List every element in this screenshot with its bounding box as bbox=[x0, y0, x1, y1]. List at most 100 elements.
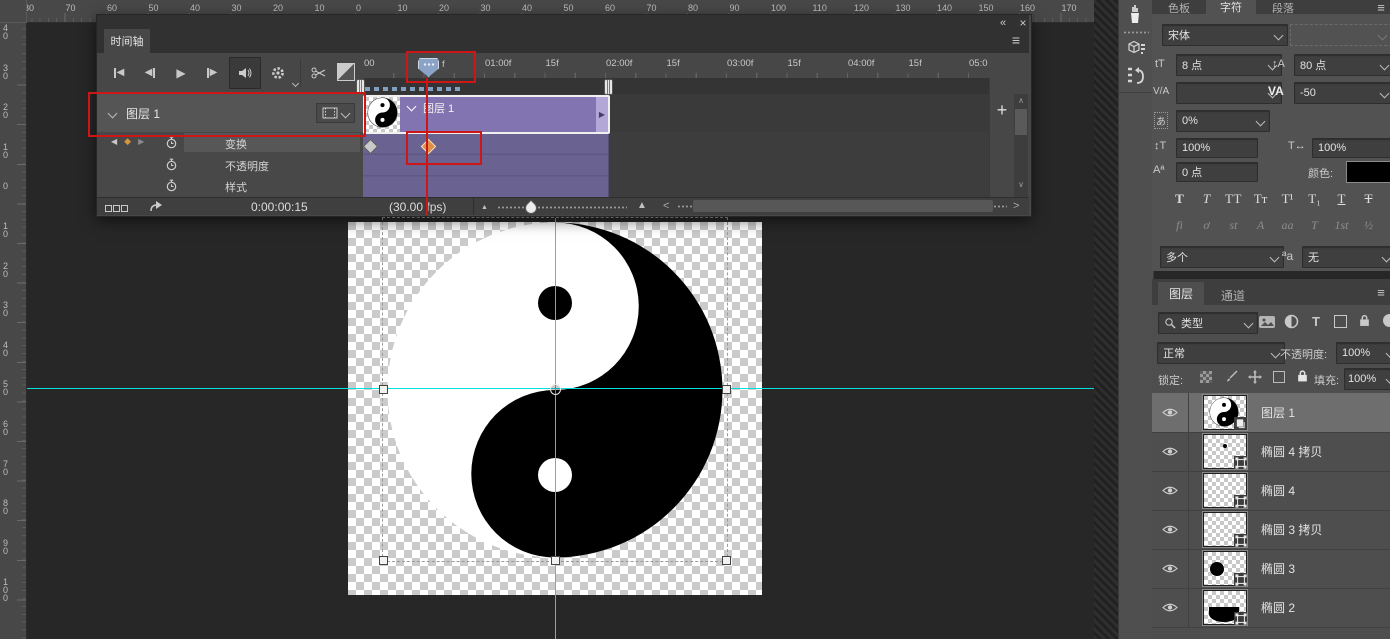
tab-channels[interactable]: 通道 bbox=[1210, 287, 1256, 305]
faux-italic-button[interactable]: T bbox=[1193, 191, 1220, 207]
lock-transparency-icon[interactable] bbox=[1200, 371, 1212, 383]
timeline-tab[interactable]: 时间轴 bbox=[104, 29, 150, 53]
lock-pixels-icon[interactable] bbox=[1224, 370, 1238, 384]
contextual-alternates-button[interactable]: ơ bbox=[1193, 218, 1220, 233]
strikethrough-button[interactable]: Ŧ bbox=[1355, 191, 1382, 207]
clip-collapse-chevron[interactable] bbox=[407, 102, 417, 112]
layer-row[interactable]: 图层 1 bbox=[1152, 393, 1390, 433]
underline-button[interactable]: T bbox=[1328, 191, 1355, 207]
layer-row[interactable]: 椭圆 3 bbox=[1152, 549, 1390, 589]
titling-alternates-button[interactable]: T bbox=[1301, 218, 1328, 233]
timeline-vscroll-thumb[interactable] bbox=[1015, 109, 1027, 135]
filter-smart-object-icon[interactable] bbox=[1358, 314, 1371, 327]
swash-button[interactable]: A bbox=[1247, 218, 1274, 233]
layer-thumbnail[interactable] bbox=[1203, 590, 1247, 625]
small-caps-button[interactable]: Tᴛ bbox=[1247, 191, 1274, 207]
mute-audio-button[interactable] bbox=[229, 57, 261, 89]
opacity-input[interactable]: 100% bbox=[1336, 342, 1390, 364]
language-select[interactable]: 多个 bbox=[1160, 246, 1284, 268]
visibility-eye-icon[interactable] bbox=[1162, 563, 1178, 574]
stopwatch-icon[interactable] bbox=[165, 136, 178, 149]
fill-input[interactable]: 100% bbox=[1344, 368, 1390, 390]
tab-swatches[interactable]: 色板 bbox=[1156, 0, 1202, 14]
scroll-left-arrow[interactable]: < bbox=[663, 200, 669, 212]
subscript-button[interactable]: T₁ bbox=[1301, 191, 1328, 207]
zoom-slider-thumb[interactable] bbox=[523, 200, 540, 217]
history-panel-icon[interactable] bbox=[1125, 66, 1147, 86]
stopwatch-icon[interactable] bbox=[165, 179, 178, 192]
add-media-button[interactable]: + bbox=[991, 99, 1013, 121]
fractions-button[interactable]: ½ bbox=[1355, 218, 1382, 233]
transform-handle-mid-left[interactable] bbox=[379, 385, 388, 394]
visibility-eye-icon[interactable] bbox=[1162, 485, 1178, 496]
filter-type-icon[interactable]: T bbox=[1312, 314, 1320, 329]
next-keyframe-icon[interactable]: ▶ bbox=[138, 138, 144, 146]
text-color-swatch[interactable] bbox=[1346, 161, 1390, 183]
timeline-hscroll-thumb[interactable] bbox=[693, 200, 993, 212]
ordinals-button[interactable]: 1st bbox=[1328, 218, 1355, 233]
zoom-out-icon[interactable]: ▲ bbox=[481, 204, 488, 211]
layer-thumbnail[interactable] bbox=[1203, 473, 1247, 508]
transform-handle-bottom-right[interactable] bbox=[722, 556, 731, 565]
video-clip[interactable]: 图层 1 ▶ bbox=[363, 95, 610, 134]
kerning-select[interactable] bbox=[1176, 82, 1282, 104]
layer-row[interactable]: 椭圆 4 拷贝 bbox=[1152, 432, 1390, 472]
transform-handle-mid-right[interactable] bbox=[722, 385, 731, 394]
first-frame-button[interactable]: ◀ bbox=[105, 59, 133, 87]
superscript-button[interactable]: T¹ bbox=[1274, 191, 1301, 207]
lock-all-icon[interactable] bbox=[1296, 369, 1309, 383]
baseline-shift-input[interactable]: 0 点 bbox=[1176, 162, 1258, 182]
ligatures-button[interactable]: fi bbox=[1166, 218, 1193, 233]
add-keyframe-icon[interactable]: ◆ bbox=[124, 136, 131, 147]
render-export-icon[interactable] bbox=[149, 201, 163, 213]
zoom-in-icon[interactable]: ▲ bbox=[637, 201, 647, 211]
antialias-select[interactable]: 无 bbox=[1302, 246, 1390, 268]
vertical-guide[interactable] bbox=[555, 218, 556, 639]
3d-panel-icon[interactable] bbox=[1125, 40, 1147, 60]
discretionary-ligatures-button[interactable]: st bbox=[1220, 218, 1247, 233]
layer-thumbnail[interactable] bbox=[1203, 395, 1247, 430]
transform-reference-point[interactable] bbox=[550, 384, 561, 395]
scroll-right-arrow[interactable]: > bbox=[1013, 200, 1019, 212]
layer-thumbnail[interactable] bbox=[1203, 551, 1247, 586]
previous-frame-button[interactable]: ◀ bbox=[136, 59, 164, 87]
vscroll-up-arrow[interactable]: ∧ bbox=[1014, 95, 1028, 105]
layer-row[interactable]: 椭圆 4 bbox=[1152, 471, 1390, 511]
font-family-select[interactable]: 宋体 bbox=[1162, 24, 1288, 46]
close-panel-icon[interactable]: × bbox=[1016, 17, 1030, 29]
layer-row[interactable]: 椭圆 3 拷贝 bbox=[1152, 510, 1390, 550]
ruler-origin-box[interactable] bbox=[0, 0, 27, 23]
next-frame-button[interactable]: ▶ bbox=[198, 59, 226, 87]
horizontal-scale-input[interactable]: 100% bbox=[1312, 138, 1390, 158]
lock-artboard-icon[interactable] bbox=[1273, 371, 1285, 383]
brush-presets-panel-icon[interactable] bbox=[1125, 3, 1145, 25]
settings-dropdown-chevron[interactable] bbox=[292, 80, 299, 87]
layers-panel-menu-icon[interactable]: ≡ bbox=[1374, 286, 1388, 298]
panel-menu-icon[interactable]: ≡ bbox=[1007, 33, 1025, 47]
transition-button[interactable] bbox=[337, 63, 355, 81]
layer-filter-select[interactable]: 类型 bbox=[1158, 312, 1258, 334]
clip-end-cap[interactable]: ▶ bbox=[596, 97, 608, 132]
leading-select[interactable]: 80 点 bbox=[1294, 54, 1390, 76]
layer-row[interactable]: 椭圆 2 bbox=[1152, 588, 1390, 628]
filter-shape-icon[interactable] bbox=[1334, 315, 1347, 328]
filter-adjustment-icon[interactable] bbox=[1284, 314, 1299, 329]
tracking-select[interactable]: -50 bbox=[1294, 82, 1390, 104]
filter-image-icon[interactable] bbox=[1258, 315, 1276, 329]
visibility-eye-icon[interactable] bbox=[1162, 602, 1178, 613]
faux-bold-button[interactable]: T bbox=[1166, 191, 1193, 207]
transform-handle-bottom-left[interactable] bbox=[379, 556, 388, 565]
stopwatch-icon[interactable] bbox=[165, 158, 178, 171]
vertical-scale-input[interactable]: 100% bbox=[1176, 138, 1258, 158]
timeline-settings-button[interactable] bbox=[264, 59, 292, 87]
visibility-eye-icon[interactable] bbox=[1162, 407, 1178, 418]
filter-extra-icon[interactable] bbox=[1383, 314, 1390, 327]
vscroll-down-arrow[interactable]: ∨ bbox=[1014, 179, 1028, 189]
dock-grip-dots[interactable] bbox=[1123, 31, 1149, 34]
tab-layers[interactable]: 图层 bbox=[1158, 282, 1204, 305]
vertical-ruler[interactable]: 403020100102030405060708090100 bbox=[0, 22, 27, 639]
visibility-eye-icon[interactable] bbox=[1162, 446, 1178, 457]
play-button[interactable]: ▶ bbox=[167, 59, 195, 87]
tab-paragraph[interactable]: 段落 bbox=[1260, 0, 1306, 14]
font-style-select[interactable] bbox=[1290, 24, 1390, 46]
